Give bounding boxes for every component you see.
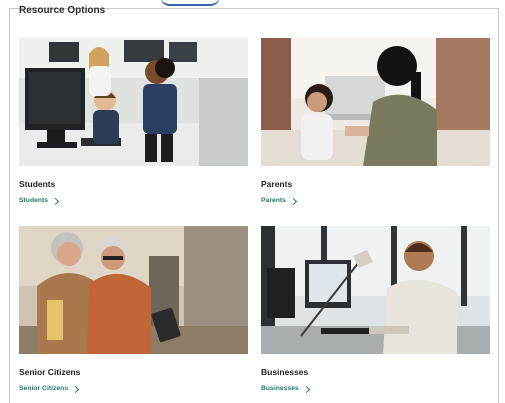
card-businesses: Businesses Businesses bbox=[261, 226, 491, 393]
chevron-right-icon bbox=[72, 385, 80, 393]
card-title-students: Students bbox=[19, 179, 56, 189]
section-title: Resource Options bbox=[19, 5, 106, 16]
senior-citizens-link-label: Senior Citizens bbox=[19, 385, 69, 392]
chevron-right-icon bbox=[302, 385, 310, 393]
card-students: Students Students bbox=[19, 38, 249, 205]
parents-link[interactable]: Parents bbox=[261, 197, 297, 205]
card-title-senior-citizens: Senior Citizens bbox=[19, 367, 81, 377]
card-senior-citizens: Senior Citizens Senior Citizens bbox=[19, 226, 249, 393]
parents-photo[interactable] bbox=[261, 38, 490, 166]
chevron-right-icon bbox=[52, 197, 60, 205]
senior-citizens-link[interactable]: Senior Citizens bbox=[19, 385, 80, 393]
card-parents: Parents Parents bbox=[261, 38, 491, 205]
students-image bbox=[19, 38, 248, 166]
students-link-label: Students bbox=[19, 197, 49, 204]
card-title-businesses: Businesses bbox=[261, 367, 309, 377]
card-title-parents: Parents bbox=[261, 179, 293, 189]
parents-link-label: Parents bbox=[261, 197, 286, 204]
header-decoration bbox=[160, 0, 220, 6]
seniors-image bbox=[19, 226, 248, 354]
businesses-image bbox=[261, 226, 490, 354]
students-photo[interactable] bbox=[19, 38, 248, 166]
parents-image bbox=[261, 38, 490, 166]
business-photo[interactable] bbox=[261, 226, 490, 354]
students-link[interactable]: Students bbox=[19, 197, 60, 205]
businesses-link-label: Businesses bbox=[261, 385, 299, 392]
chevron-right-icon bbox=[289, 197, 297, 205]
seniors-photo[interactable] bbox=[19, 226, 248, 354]
businesses-link[interactable]: Businesses bbox=[261, 385, 310, 393]
